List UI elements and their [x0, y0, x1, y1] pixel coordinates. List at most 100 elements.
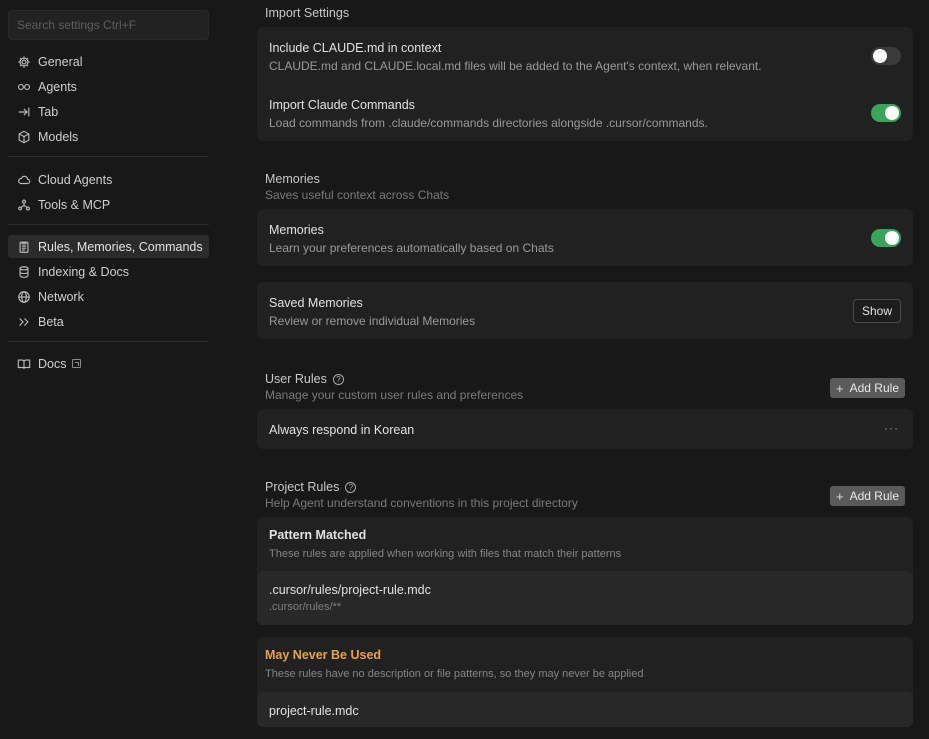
sidebar-item-indexing-docs[interactable]: Indexing & Docs: [8, 260, 209, 283]
saved-memories-title: Saved Memories: [269, 296, 363, 310]
memories-toggle[interactable]: [871, 229, 901, 247]
sidebar-divider: [8, 156, 209, 157]
pattern-rule-row: .cursor/rules/project-rule.mdc .cursor/r…: [269, 583, 901, 613]
sidebar-item-label: Network: [38, 289, 84, 304]
cloud-icon: [16, 172, 32, 188]
toggle-knob: [873, 49, 887, 63]
cube-icon: [16, 129, 32, 145]
pattern-matched-card: Pattern Matched These rules are applied …: [257, 517, 913, 625]
show-memories-button[interactable]: Show: [852, 299, 901, 323]
sidebar-item-label: Agents: [38, 79, 77, 94]
never-used-rule-item[interactable]: project-rule.mdc: [257, 692, 913, 727]
memories-desc: Learn your preferences automatically bas…: [269, 241, 554, 255]
chevrons-right-icon: [16, 314, 32, 330]
plus-icon: +: [836, 380, 844, 396]
claude-md-desc: CLAUDE.md and CLAUDE.local.md files will…: [269, 59, 762, 73]
saved-memories-row: Saved Memories Review or remove individu…: [269, 296, 901, 328]
sidebar-item-docs[interactable]: Docs: [8, 352, 209, 375]
nav-group-docs: Docs: [8, 352, 209, 377]
pattern-rule-item[interactable]: .cursor/rules/project-rule.mdc .cursor/r…: [257, 571, 913, 625]
sidebar-item-cloud-agents[interactable]: Cloud Agents: [8, 168, 209, 191]
nav-group-main: General Agents Tab Models: [8, 50, 209, 150]
sidebar-item-label: General: [38, 54, 83, 69]
sidebar-item-label: Tab: [38, 104, 59, 119]
saved-memories-desc: Review or remove individual Memories: [269, 314, 476, 328]
project-rules-title: Project Rules: [265, 480, 340, 494]
claude-commands-toggle[interactable]: [871, 104, 901, 122]
memories-title: Memories: [269, 223, 324, 237]
claude-md-toggle[interactable]: [871, 47, 901, 65]
sidebar-divider: [8, 341, 209, 342]
sidebar-item-label: Rules, Memories, Commands: [38, 239, 203, 254]
tab-arrow-icon: [16, 104, 32, 120]
never-used-header: May Never Be Used These rules have no de…: [265, 648, 644, 680]
sidebar-item-agents[interactable]: Agents: [8, 75, 209, 98]
never-used-rule-row: project-rule.mdc: [269, 704, 901, 718]
import-settings-heading: Import Settings: [265, 6, 350, 20]
sidebar-item-beta[interactable]: Beta: [8, 310, 209, 333]
saved-memories-card: Saved Memories Review or remove individu…: [257, 282, 913, 339]
toggle-knob: [885, 106, 899, 120]
add-rule-label: Add Rule: [849, 489, 899, 503]
never-used-rule-name: project-rule.mdc: [269, 704, 359, 718]
project-rules-heading: Project Rules?: [265, 480, 357, 494]
sidebar-item-network[interactable]: Network: [8, 285, 209, 308]
sidebar-item-label: Cloud Agents: [38, 172, 113, 187]
sidebar-item-label: Indexing & Docs: [38, 264, 130, 279]
add-project-rule-button[interactable]: + Add Rule: [830, 486, 905, 506]
import-settings-card: Include CLAUDE.md in context CLAUDE.md a…: [257, 27, 913, 141]
claude-md-title: Include CLAUDE.md in context: [269, 41, 442, 55]
infinity-icon: [16, 79, 32, 95]
user-rules-subtitle: Manage your custom user rules and prefer…: [265, 388, 524, 402]
add-user-rule-button[interactable]: + Add Rule: [830, 378, 905, 398]
project-rules-subtitle: Help Agent understand conventions in thi…: [265, 496, 578, 510]
settings-sidebar: Search settings Ctrl+F General Agents Ta…: [0, 0, 217, 739]
search-settings-input[interactable]: Search settings Ctrl+F: [8, 10, 209, 40]
nav-group-cloud: Cloud Agents Tools & MCP: [8, 168, 209, 218]
sidebar-item-models[interactable]: Models: [8, 125, 209, 148]
sidebar-divider: [8, 224, 209, 225]
settings-content: Import Settings Include CLAUDE.md in con…: [257, 0, 913, 739]
sidebar-item-tools-mcp[interactable]: Tools & MCP: [8, 193, 209, 216]
claude-md-row: Include CLAUDE.md in context CLAUDE.md a…: [269, 41, 901, 73]
book-icon: [16, 356, 32, 372]
database-icon: [16, 264, 32, 280]
user-rule-item[interactable]: Always respond in Korean ···: [257, 409, 913, 449]
add-rule-label: Add Rule: [849, 381, 899, 395]
claude-commands-row: Import Claude Commands Load commands fro…: [269, 98, 901, 130]
pattern-matched-header: Pattern Matched These rules are applied …: [269, 528, 901, 560]
never-used-card: May Never Be Used These rules have no de…: [257, 637, 913, 727]
sidebar-item-label: Beta: [38, 314, 64, 329]
user-rules-title: User Rules: [265, 372, 327, 386]
memories-subtitle: Saves useful context across Chats: [265, 188, 450, 202]
help-icon[interactable]: ?: [332, 374, 344, 386]
user-rules-heading: User Rules?: [265, 372, 344, 386]
nav-group-rules: Rules, Memories, Commands Indexing & Doc…: [8, 235, 209, 335]
sidebar-item-label: Models: [38, 129, 79, 144]
plus-icon: +: [836, 488, 844, 504]
sidebar-item-rules-memories-commands[interactable]: Rules, Memories, Commands: [8, 235, 209, 258]
clipboard-icon: [16, 239, 32, 255]
toggle-knob: [885, 231, 899, 245]
memories-card: Memories Learn your preferences automati…: [257, 209, 913, 266]
tools-icon: [16, 197, 32, 213]
pattern-rule-path: .cursor/rules/project-rule.mdc: [269, 583, 431, 597]
pattern-matched-title: Pattern Matched: [269, 528, 367, 542]
pattern-rule-glob: .cursor/rules/**: [269, 601, 342, 613]
external-link-icon: [72, 359, 82, 368]
more-options-icon[interactable]: ···: [884, 421, 899, 435]
sidebar-item-tab[interactable]: Tab: [8, 100, 209, 123]
sidebar-item-label: Docs: [38, 356, 67, 371]
memories-heading: Memories: [265, 172, 320, 186]
never-used-title: May Never Be Used: [265, 648, 382, 662]
memories-row: Memories Learn your preferences automati…: [269, 223, 901, 255]
user-rule-row: Always respond in Korean: [269, 423, 901, 437]
globe-icon: [16, 289, 32, 305]
claude-commands-title: Import Claude Commands: [269, 98, 415, 112]
pattern-matched-desc: These rules are applied when working wit…: [269, 548, 622, 560]
sidebar-item-general[interactable]: General: [8, 50, 209, 73]
help-icon[interactable]: ?: [345, 482, 357, 494]
gear-icon: [16, 54, 32, 70]
claude-commands-desc: Load commands from .claude/commands dire…: [269, 116, 708, 130]
sidebar-item-label: Tools & MCP: [38, 197, 111, 212]
